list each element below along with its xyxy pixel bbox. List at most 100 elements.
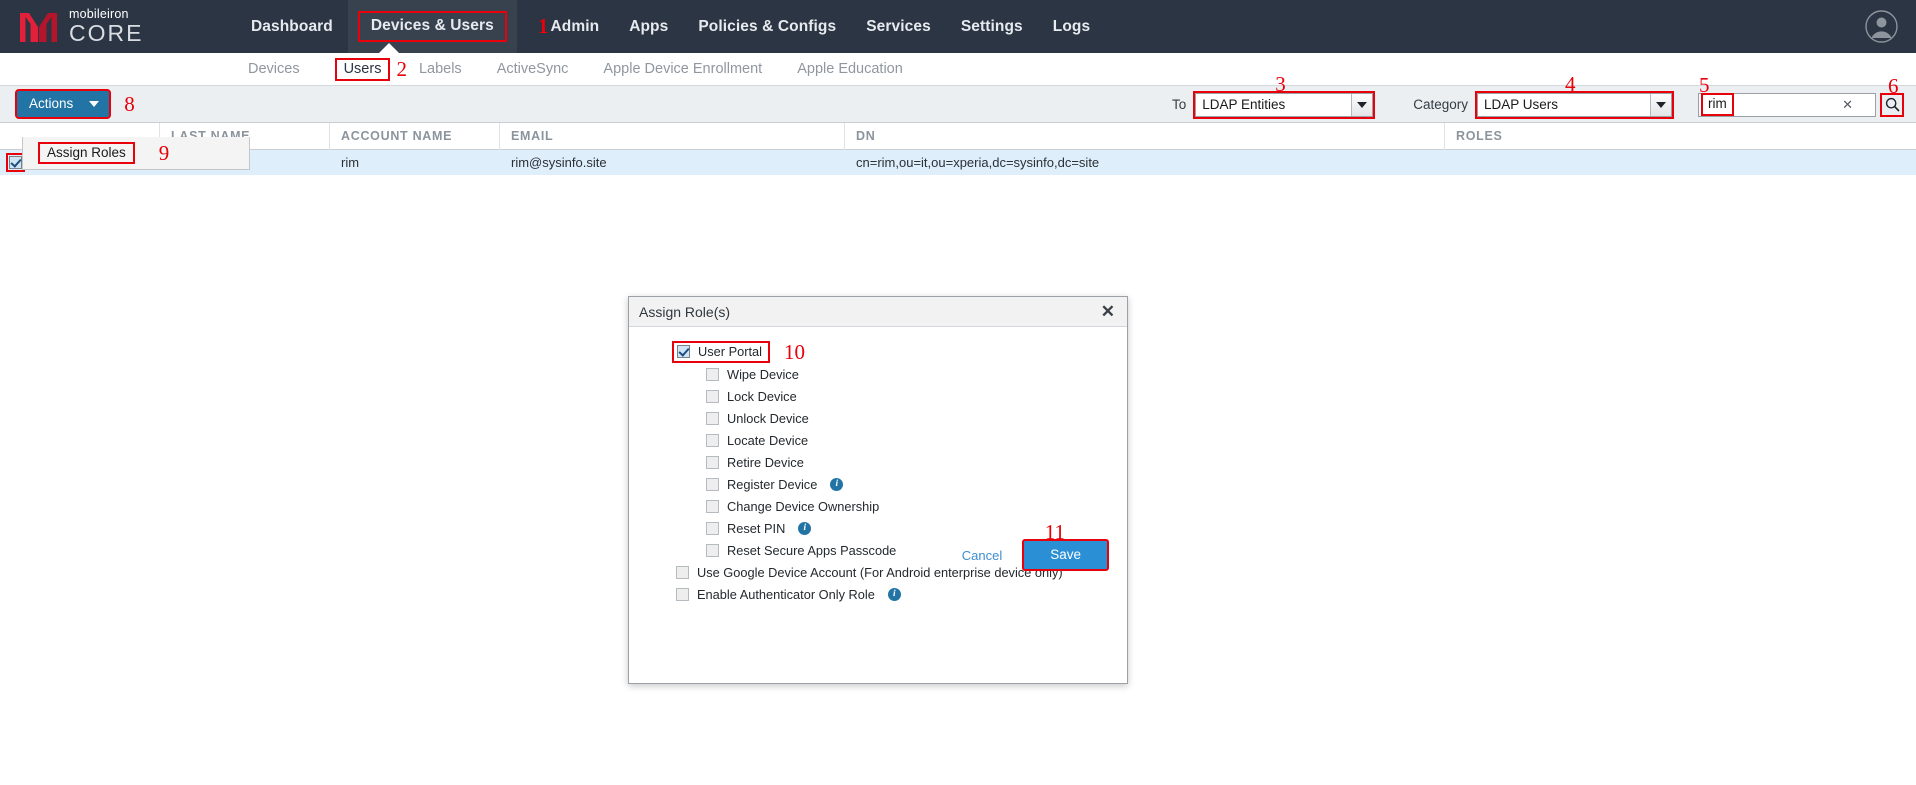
annotation-marker-10: 10 [784,342,805,363]
dialog-header: Assign Role(s) ✕ [629,297,1127,327]
sub-tab-apple-device-enrollment[interactable]: Apple Device Enrollment [603,61,762,77]
search-button[interactable]: 6 [1880,93,1904,117]
dialog-title: Assign Role(s) [639,304,730,320]
role-row-retire-device[interactable]: Retire Device [629,451,1127,473]
close-x-icon[interactable]: ✕ [1842,97,1853,113]
chevron-down-icon [1357,102,1367,108]
brand-logo[interactable]: mobileiron CORE [18,8,188,45]
brand-name-top: mobileiron [69,8,143,21]
role-label-locate-device: Locate Device [727,433,808,448]
role-label-user-portal: User Portal [698,344,762,359]
chevron-down-icon [89,101,99,107]
brand-name-bottom: CORE [69,22,143,45]
checkbox-icon[interactable] [706,456,719,469]
nav-item-settings[interactable]: Settings [946,0,1038,53]
search-input[interactable]: 5 rim ✕ [1698,93,1876,117]
dialog-footer: Cancel Save [629,539,1127,571]
role-label-change-device-ownership: Change Device Ownership [727,499,879,514]
checkbox-icon[interactable] [706,412,719,425]
role-row-lock-device[interactable]: Lock Device [629,385,1127,407]
info-icon[interactable]: i [830,478,843,491]
chevron-down-icon [1656,102,1666,108]
role-label-enable-authenticator-only: Enable Authenticator Only Role [697,587,875,602]
role-row-user-portal[interactable]: User Portal 10 [629,341,1127,363]
filter-controls: To 3 LDAP Entities Category 4 LDAP Users… [1172,86,1916,123]
table-cell-roles [1445,150,1916,175]
role-label-reset-pin: Reset PIN [727,521,785,536]
nav-label-logs: Logs [1053,18,1090,36]
nav-label-settings: Settings [961,18,1023,36]
nav-label-dashboard: Dashboard [251,18,333,36]
table-header-email[interactable]: EMAIL [500,123,845,150]
top-nav-items: Dashboard Devices & Users 1 Admin Apps P… [236,0,1105,53]
sub-tab-users[interactable]: Users [335,58,391,81]
nav-item-policies-and-configs[interactable]: Policies & Configs [683,0,851,53]
role-row-enable-authenticator-only[interactable]: Enable Authenticator Only Role i [629,583,1127,605]
sub-tab-label-apple-device-enrollment: Apple Device Enrollment [603,61,762,77]
save-button[interactable]: Save [1022,539,1109,571]
nav-item-admin[interactable]: 1 Admin [517,0,614,53]
info-icon[interactable]: i [798,522,811,535]
table-cell-dn: cn=rim,ou=it,ou=xperia,dc=sysinfo,dc=sit… [845,150,1445,175]
dialog-body: User Portal 10 Wipe Device Lock Device U… [629,327,1127,605]
category-select-wrapper[interactable]: 4 LDAP Users [1475,91,1674,119]
annotation-marker-5: 5 [1699,73,1710,98]
top-navigation-bar: mobileiron CORE Dashboard Devices & User… [0,0,1916,53]
nav-label-admin: Admin [550,18,599,36]
checkbox-icon[interactable] [706,390,719,403]
checkbox-icon [9,156,22,169]
role-label-wipe-device: Wipe Device [727,367,799,382]
table-header-roles[interactable]: ROLES [1445,123,1916,150]
role-row-wipe-device[interactable]: Wipe Device [629,363,1127,385]
checkbox-icon [677,345,690,358]
nav-label-devices-and-users: Devices & Users [358,11,507,42]
table-cell-email: rim@sysinfo.site [500,150,845,175]
role-row-unlock-device[interactable]: Unlock Device [629,407,1127,429]
annotation-marker-3: 3 [1275,72,1286,97]
to-select-wrapper[interactable]: 3 LDAP Entities [1193,91,1375,119]
annotation-marker-4: 4 [1565,72,1576,97]
assign-roles-dialog: Assign Role(s) ✕ User Portal 10 Wipe Dev… [628,296,1128,684]
checkbox-icon[interactable] [706,500,719,513]
table-row[interactable]: 7 rim rim rim@sysinfo.site cn=rim,ou=it,… [0,150,1916,175]
table-header-account-name[interactable]: ACCOUNT NAME [330,123,500,150]
checkbox-icon[interactable] [706,368,719,381]
toolbar: Actions 8 To 3 LDAP Entities Category 4 … [0,86,1916,123]
info-icon[interactable]: i [888,588,901,601]
nav-label-policies-and-configs: Policies & Configs [698,18,836,36]
nav-item-services[interactable]: Services [851,0,946,53]
to-select-value: LDAP Entities [1202,97,1285,112]
sub-tab-labels[interactable]: Labels [419,61,462,77]
checkbox-icon[interactable] [706,522,719,535]
to-select-arrow[interactable] [1351,94,1372,116]
role-checkbox-user-portal-wrapper[interactable]: User Portal [672,341,770,363]
category-label: Category [1413,97,1468,112]
role-label-unlock-device: Unlock Device [727,411,809,426]
users-table: LAST NAME ACCOUNT NAME EMAIL DN ROLES 7 … [0,123,1916,175]
sub-tab-activesync[interactable]: ActiveSync [497,61,569,77]
role-row-register-device[interactable]: Register Device i [629,473,1127,495]
sub-tab-label-labels: Labels [419,61,462,77]
sub-tab-apple-education[interactable]: Apple Education [797,61,903,77]
nav-item-logs[interactable]: Logs [1038,0,1105,53]
actions-button[interactable]: Actions [15,89,111,119]
checkbox-icon[interactable] [706,478,719,491]
sub-navigation-bar: Devices Users 2 Labels ActiveSync Apple … [0,53,1916,86]
user-avatar-icon [1865,10,1898,43]
checkbox-icon[interactable] [706,434,719,447]
menu-item-assign-roles[interactable]: Assign Roles [38,142,135,164]
nav-item-dashboard[interactable]: Dashboard [236,0,348,53]
role-row-change-device-ownership[interactable]: Change Device Ownership [629,495,1127,517]
avatar[interactable] [1865,10,1898,43]
checkbox-icon[interactable] [676,588,689,601]
sub-tab-label-apple-education: Apple Education [797,61,903,77]
cancel-button[interactable]: Cancel [956,544,1008,567]
close-icon[interactable]: ✕ [1101,303,1115,320]
table-header-dn[interactable]: DN [845,123,1445,150]
sub-tab-devices[interactable]: Devices [248,61,300,77]
category-select-arrow[interactable] [1650,94,1671,116]
nav-item-devices-and-users[interactable]: Devices & Users [348,0,517,53]
role-row-locate-device[interactable]: Locate Device [629,429,1127,451]
nav-item-apps[interactable]: Apps [614,0,683,53]
annotation-marker-1: 1 [538,16,549,37]
